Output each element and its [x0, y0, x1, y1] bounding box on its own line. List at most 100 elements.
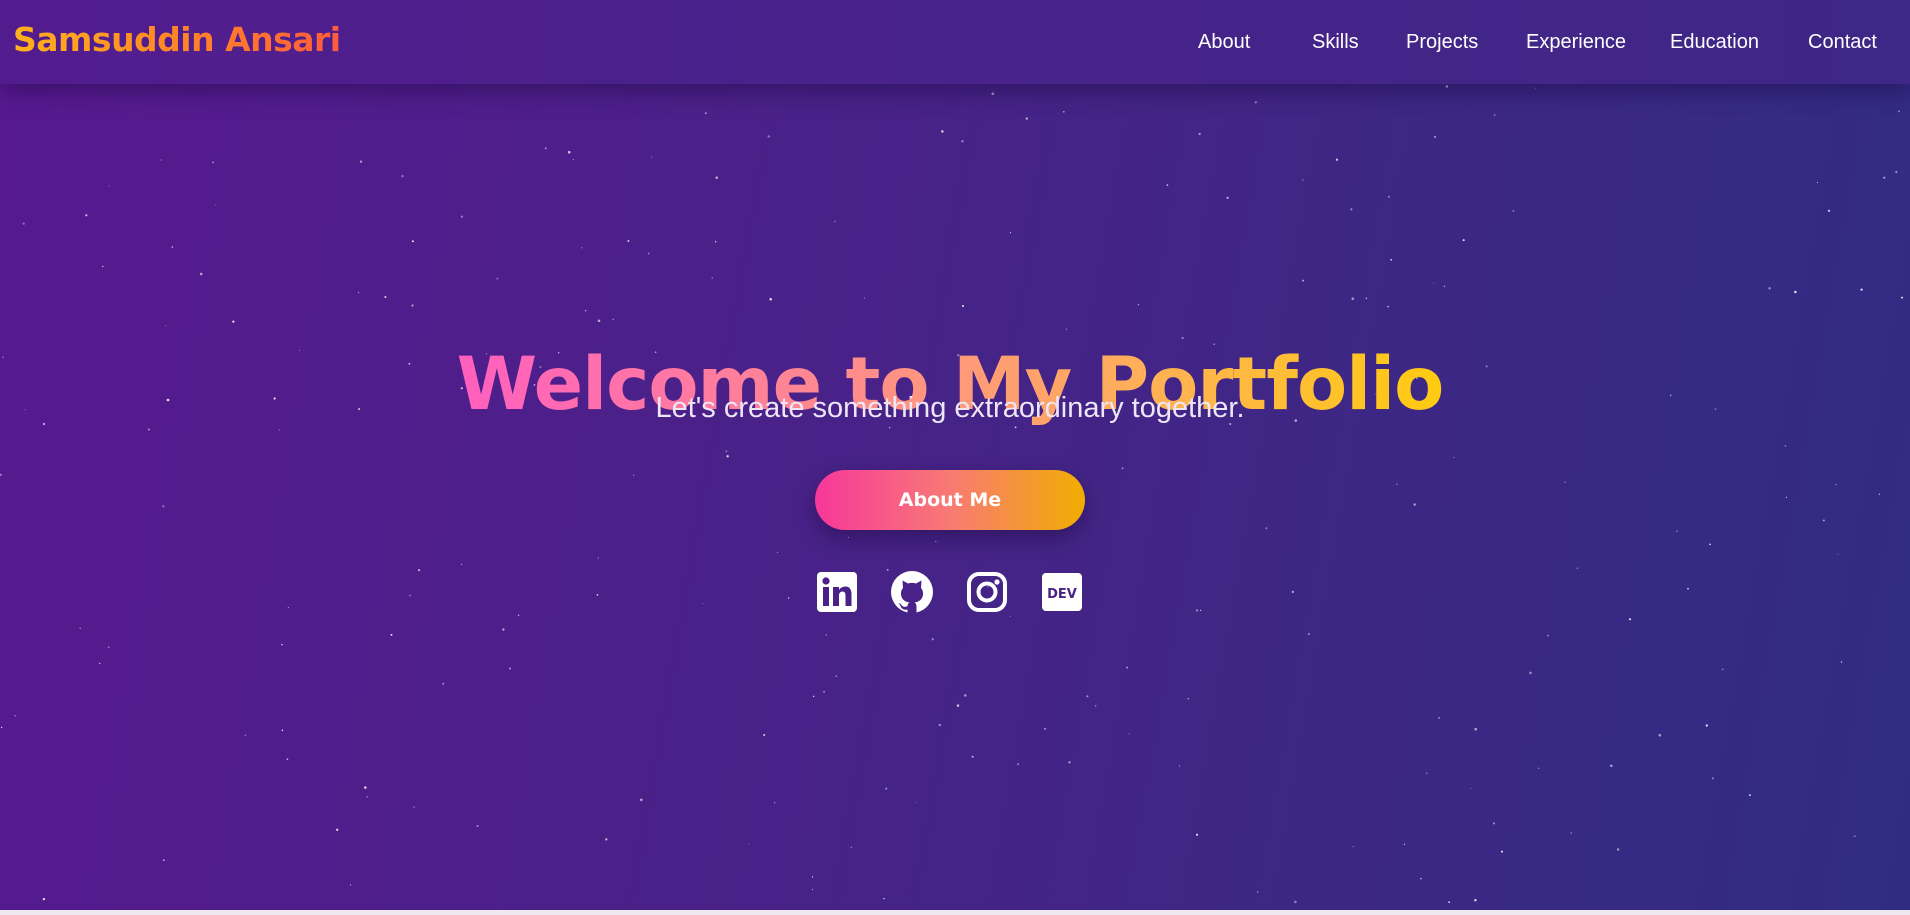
star: [1823, 519, 1825, 522]
star: [1420, 877, 1422, 880]
star: [711, 277, 713, 279]
star: [633, 474, 635, 476]
star: [1794, 290, 1797, 294]
star: [171, 246, 173, 248]
nav-link-skills[interactable]: Skills: [1312, 31, 1359, 54]
star: [1351, 297, 1355, 300]
star: [1658, 733, 1662, 737]
star: [1535, 87, 1537, 89]
star: [1128, 733, 1130, 735]
star: [1853, 835, 1856, 838]
star: [885, 787, 888, 790]
star: [1537, 767, 1540, 770]
star: [584, 310, 587, 312]
star: [0, 726, 3, 729]
dev-link[interactable]: DEV: [1040, 570, 1084, 614]
star: [725, 450, 728, 453]
hero-tagline: Let's create something extraordinary tog…: [655, 392, 1245, 424]
star: [961, 305, 965, 308]
star: [1434, 135, 1437, 138]
star: [1254, 101, 1258, 104]
star: [1443, 285, 1446, 287]
star: [1711, 777, 1714, 780]
star: [1687, 587, 1689, 590]
star: [612, 318, 614, 320]
star: [358, 292, 360, 294]
star: [1195, 833, 1199, 836]
star: [281, 729, 284, 731]
star: [811, 876, 814, 878]
star: [886, 568, 889, 571]
star: [1126, 666, 1128, 669]
brand-logo[interactable]: Samsuddin Ansari: [13, 20, 341, 59]
star: [1676, 530, 1678, 532]
star: [1816, 181, 1819, 184]
star: [888, 426, 891, 429]
nav-link-projects[interactable]: Projects: [1406, 31, 1478, 54]
star: [1195, 609, 1199, 612]
nav-link-about[interactable]: About: [1198, 31, 1250, 54]
star: [1350, 208, 1353, 211]
star: [1009, 232, 1012, 234]
star: [1768, 287, 1771, 290]
github-link[interactable]: [890, 570, 934, 614]
about-me-button[interactable]: About Me: [815, 470, 1085, 530]
star: [627, 240, 630, 242]
star: [1121, 467, 1124, 470]
star: [147, 428, 150, 431]
star: [964, 694, 967, 697]
star: [42, 897, 46, 901]
dev-icon-text: DEV: [1047, 587, 1077, 602]
star: [1900, 296, 1904, 299]
starfield-background: [0, 5, 1904, 904]
star: [496, 277, 499, 280]
star: [1390, 258, 1393, 261]
star: [1709, 543, 1711, 546]
star: [502, 628, 505, 631]
nav-link-education[interactable]: Education: [1670, 31, 1759, 54]
star: [1095, 705, 1097, 707]
star: [1044, 727, 1046, 730]
star: [1178, 765, 1181, 767]
star: [1426, 772, 1428, 774]
star: [1827, 209, 1831, 212]
star: [767, 135, 770, 138]
star: [787, 597, 790, 599]
star: [1610, 764, 1613, 768]
star: [401, 174, 404, 178]
star: [1898, 110, 1900, 113]
top-navbar: Samsuddin Ansari About Skills Projects E…: [0, 0, 1910, 84]
star: [1413, 503, 1416, 506]
star: [1265, 527, 1268, 530]
star: [763, 734, 766, 736]
star: [1308, 633, 1310, 635]
star: [823, 690, 826, 693]
star: [773, 801, 776, 804]
star: [935, 540, 937, 543]
star: [883, 897, 885, 900]
star: [1837, 553, 1839, 556]
star: [567, 150, 571, 154]
star: [597, 557, 599, 559]
star: [847, 536, 849, 539]
star: [769, 297, 772, 301]
linkedin-link[interactable]: [815, 570, 859, 614]
star: [914, 801, 916, 804]
instagram-link[interactable]: [965, 570, 1009, 614]
star: [1474, 898, 1477, 902]
star: [714, 240, 717, 243]
star: [640, 798, 643, 802]
star: [1009, 615, 1011, 617]
nav-link-experience[interactable]: Experience: [1526, 31, 1626, 54]
star: [1628, 618, 1632, 621]
star: [1895, 170, 1898, 173]
star: [1453, 456, 1455, 458]
star: [413, 806, 415, 808]
dev-icon: DEV: [1042, 573, 1082, 611]
star: [715, 176, 718, 179]
star: [102, 265, 104, 268]
star: [417, 568, 421, 572]
star: [1291, 590, 1295, 594]
star: [1365, 297, 1368, 299]
nav-link-contact[interactable]: Contact: [1808, 31, 1877, 54]
